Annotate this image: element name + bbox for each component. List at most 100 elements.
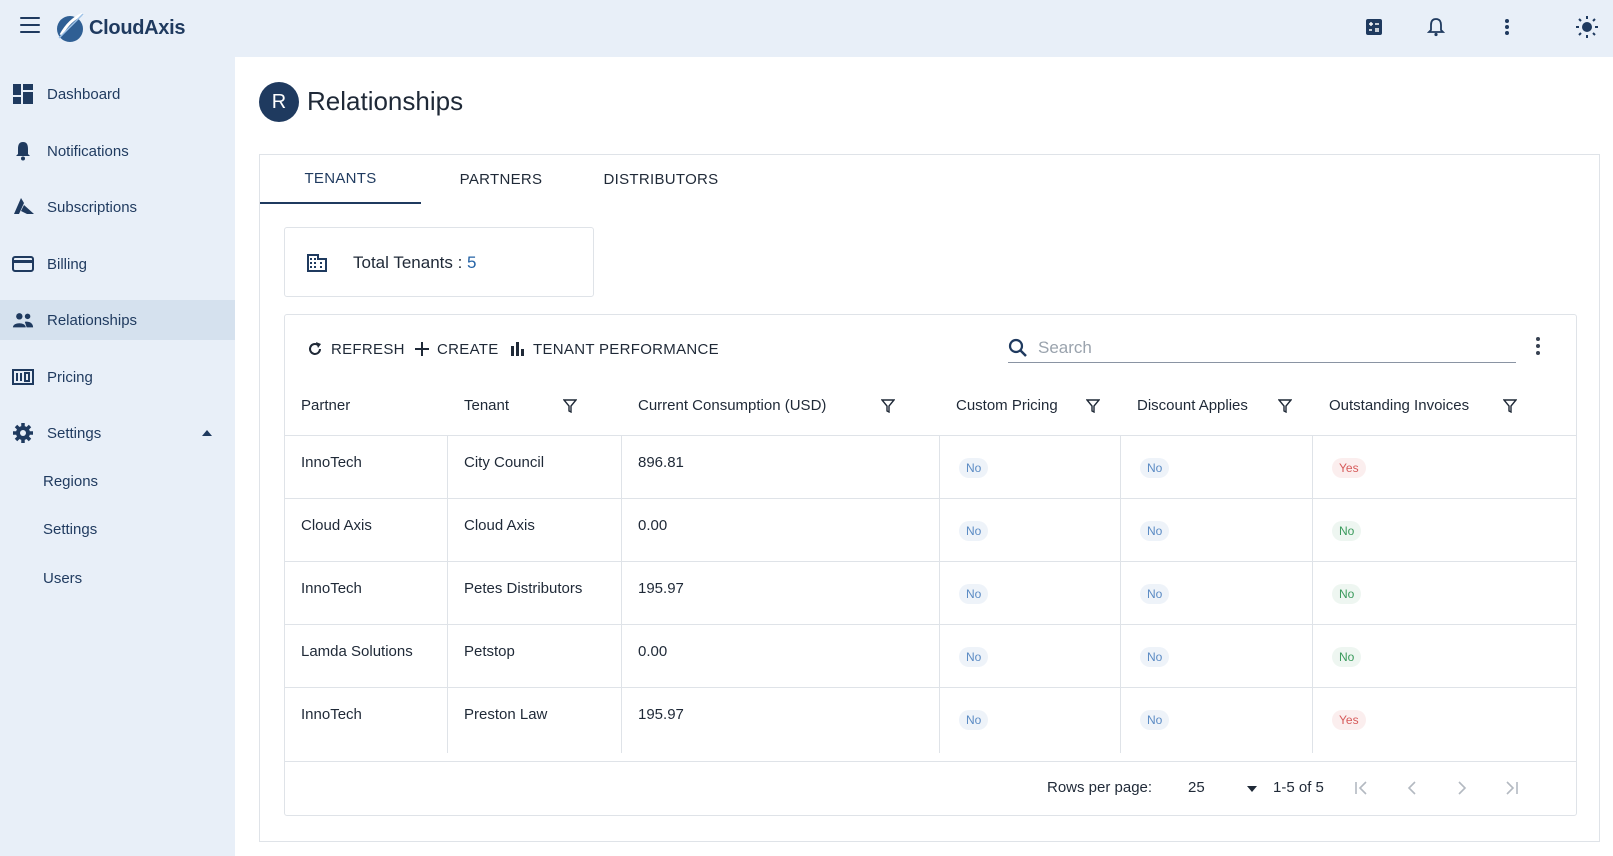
chevron-down-icon[interactable]	[1247, 786, 1257, 792]
theme-sun-icon[interactable]	[1574, 14, 1600, 40]
last-page-button[interactable]	[1499, 776, 1523, 800]
cell-discount: No	[1121, 436, 1313, 501]
search-icon	[1008, 338, 1027, 357]
filter-icon[interactable]	[1278, 399, 1292, 413]
first-page-icon	[1355, 781, 1367, 795]
refresh-button[interactable]: REFRESH	[307, 337, 405, 361]
cell-text: Cloud Axis	[301, 517, 372, 534]
tenant-performance-button[interactable]: TENANT PERFORMANCE	[511, 337, 719, 361]
bar-chart-icon	[511, 342, 524, 356]
cell-text: Preston Law	[464, 706, 548, 723]
more-vert-icon[interactable]	[1494, 14, 1520, 40]
table-row[interactable]: Cloud Axis Cloud Axis 0.00 No No No	[285, 498, 1576, 564]
column-header-consumption[interactable]: Current Consumption (USD)	[638, 397, 826, 419]
sidebar-item-settings[interactable]: Settings	[0, 413, 235, 453]
tab-partners[interactable]: PARTNERS	[421, 155, 581, 204]
sidebar-item-notifications[interactable]: Notifications	[0, 131, 235, 171]
table-row[interactable]: InnoTech Preston Law 195.97 No No Yes	[285, 687, 1576, 753]
sidebar-item-label: Dashboard	[47, 85, 121, 103]
cell-partner: InnoTech	[285, 436, 448, 501]
sidebar-item-label: Pricing	[47, 368, 93, 386]
filter-icon[interactable]	[563, 399, 577, 413]
top-bar: CloudAxis	[0, 0, 1613, 57]
column-header-tenant[interactable]: Tenant	[464, 397, 509, 419]
gear-icon	[12, 422, 34, 444]
sidebar-subitem-users[interactable]: Users	[43, 570, 82, 587]
cell-consumption: 0.00	[622, 499, 940, 564]
cell-text: Petstop	[464, 643, 515, 660]
tab-distributors[interactable]: DISTRIBUTORS	[581, 155, 741, 204]
cell-text: 0.00	[638, 517, 668, 534]
search-input[interactable]	[1038, 337, 1498, 358]
cell-text: Lamda Solutions	[301, 643, 413, 660]
menu-icon[interactable]	[20, 17, 40, 33]
rows-per-page-select[interactable]: 25	[1188, 779, 1205, 796]
total-tenants-value: 5	[467, 253, 477, 272]
cell-text: 195.97	[638, 706, 684, 723]
sidebar-subitem-regions[interactable]: Regions	[43, 473, 98, 490]
sidebar-item-label: Relationships	[47, 311, 138, 329]
column-header-custom-pricing[interactable]: Custom Pricing	[956, 397, 1058, 419]
app-name: CloudAxis	[89, 16, 186, 39]
status-badge: No	[959, 584, 989, 604]
cell-consumption: 195.97	[622, 562, 940, 627]
filter-icon[interactable]	[1086, 399, 1100, 413]
sidebar-item-label: Billing	[47, 255, 88, 273]
first-page-button[interactable]	[1350, 776, 1374, 800]
pagination-bar: Rows per page: 25 1-5 of 5	[285, 761, 1576, 815]
table-row[interactable]: InnoTech Petes Distributors 195.97 No No…	[285, 561, 1576, 627]
status-badge: No	[1140, 458, 1170, 478]
sidebar-item-billing[interactable]: Billing	[0, 244, 235, 284]
grid-options-icon[interactable]	[1533, 337, 1543, 357]
last-page-icon	[1506, 781, 1518, 795]
tenant-performance-label: TENANT PERFORMANCE	[533, 340, 719, 358]
sidebar-subitem-settings[interactable]: Settings	[43, 521, 97, 538]
table-row[interactable]: InnoTech City Council 896.81 No No Yes	[285, 435, 1576, 501]
cell-discount: No	[1121, 625, 1313, 690]
filter-icon[interactable]	[881, 399, 895, 413]
previous-page-button[interactable]	[1400, 776, 1424, 800]
cell-text: Cloud Axis	[464, 517, 535, 534]
cell-tenant: Cloud Axis	[448, 499, 622, 564]
dashboard-icon	[12, 83, 34, 105]
column-header-outstanding[interactable]: Outstanding Invoices	[1329, 397, 1469, 419]
content-panel: TENANTS PARTNERS DISTRIBUTORS Total Tena…	[259, 154, 1600, 842]
create-label: CREATE	[437, 340, 499, 358]
sidebar-item-subscriptions[interactable]: Subscriptions	[0, 187, 235, 227]
cell-tenant: Petes Distributors	[448, 562, 622, 627]
sidebar-item-dashboard[interactable]: Dashboard	[0, 74, 235, 114]
status-badge: Yes	[1332, 710, 1366, 730]
rows-per-page-label: Rows per page:	[1047, 779, 1153, 796]
status-badge: No	[959, 458, 989, 478]
calculator-icon[interactable]	[1361, 14, 1387, 40]
cell-outstanding: No	[1313, 562, 1576, 627]
total-tenants-card: Total Tenants : 5	[284, 227, 594, 297]
status-badge: No	[1332, 521, 1362, 541]
chevron-right-icon	[1458, 781, 1467, 795]
search-field[interactable]	[1008, 333, 1516, 363]
cell-consumption: 195.97	[622, 688, 940, 753]
bell-icon[interactable]	[1423, 14, 1449, 40]
collapse-arrow-icon[interactable]	[202, 430, 212, 436]
status-badge: No	[959, 521, 989, 541]
create-button[interactable]: CREATE	[415, 337, 499, 361]
sidebar-item-relationships[interactable]: Relationships	[0, 300, 235, 340]
tenants-grid: REFRESH CREATE TENANT PERFORMANCE Partne…	[284, 314, 1577, 816]
cell-outstanding: Yes	[1313, 436, 1576, 501]
refresh-icon	[309, 342, 321, 355]
filter-icon[interactable]	[1503, 399, 1517, 413]
column-header-partner[interactable]: Partner	[301, 397, 350, 419]
sidebar-item-pricing[interactable]: Pricing	[0, 357, 235, 397]
building-icon	[307, 254, 327, 277]
sidebar: Dashboard Notifications Subscriptions Bi…	[0, 57, 235, 856]
page-title: Relationships	[307, 86, 464, 116]
next-page-button[interactable]	[1450, 776, 1474, 800]
plus-icon	[415, 342, 429, 356]
cell-text: 896.81	[638, 454, 684, 471]
cloudaxis-logo-icon	[57, 12, 84, 42]
status-badge: No	[1140, 521, 1170, 541]
logo[interactable]: CloudAxis	[55, 10, 186, 46]
table-row[interactable]: Lamda Solutions Petstop 0.00 No No No	[285, 624, 1576, 690]
tab-tenants[interactable]: TENANTS	[260, 155, 421, 204]
column-header-discount[interactable]: Discount Applies	[1137, 397, 1248, 419]
